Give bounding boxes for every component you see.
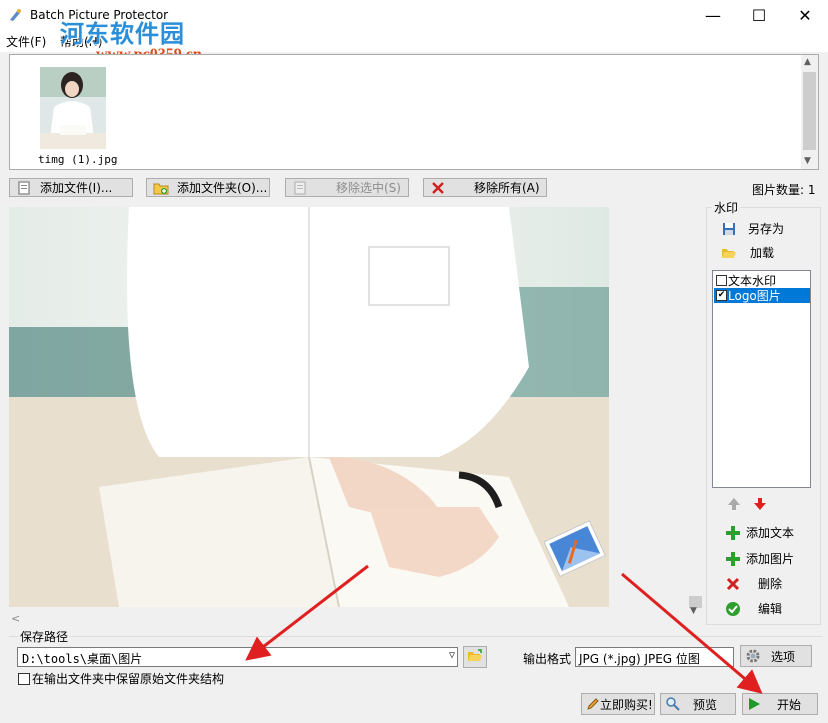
save-path-label: 保存路径 (18, 628, 71, 645)
add-folder-label: 添加文件夹(O)... (177, 181, 268, 195)
scroll-up-icon[interactable]: ▲ (804, 57, 811, 67)
keep-structure-option[interactable]: 在输出文件夹中保留原始文件夹结构 (18, 670, 224, 687)
remove-selected-icon (292, 181, 308, 195)
chevron-down-icon[interactable]: ▽ (449, 650, 455, 661)
delete-button[interactable]: 删除 (724, 575, 782, 592)
arrow-up-icon (727, 497, 741, 514)
add-folder-button[interactable]: 添加文件夹(O)... (146, 178, 270, 197)
watermark-item-text[interactable]: 文本水印 (714, 273, 810, 288)
thumbnail-scrollbar[interactable]: ▲ ▼ (801, 55, 818, 169)
delete-label: 删除 (758, 577, 783, 591)
open-folder-icon (720, 245, 738, 261)
add-text-label: 添加文本 (746, 526, 795, 540)
checkmark-circle-icon (724, 601, 742, 617)
start-label: 开始 (777, 697, 802, 712)
plus-icon (724, 525, 742, 541)
watermark-panel-title: 水印 (712, 199, 741, 216)
maximize-button[interactable]: ☐ (736, 0, 782, 30)
close-button[interactable]: ✕ (782, 0, 828, 30)
plus-icon (724, 551, 742, 567)
scrollbar-thumb[interactable] (803, 72, 816, 150)
menu-file[interactable]: 文件(F) (6, 33, 46, 50)
add-file-label: 添加文件(I)... (40, 181, 113, 195)
watermark-logo-checkbox[interactable]: ✔ (716, 290, 727, 301)
open-folder-icon (467, 648, 483, 666)
keep-structure-checkbox[interactable] (18, 672, 30, 685)
gear-icon (745, 648, 761, 664)
keep-structure-label: 在输出文件夹中保留原始文件夹结构 (32, 672, 225, 686)
delete-x-icon (724, 576, 742, 592)
add-file-icon (16, 181, 32, 195)
add-file-button[interactable]: 添加文件(I)... (9, 178, 133, 197)
browse-folder-button[interactable] (463, 646, 487, 668)
save-path-input[interactable]: D:\tools\桌面\图片 ▽ (17, 647, 458, 667)
scroll-left-icon[interactable]: < (11, 612, 20, 625)
remove-selected-label: 移除选中(S) (336, 181, 401, 195)
edit-label: 编辑 (758, 602, 783, 616)
watermark-list[interactable]: 文本水印 ✔ Logo图片 (712, 270, 811, 488)
add-text-button[interactable]: 添加文本 (724, 524, 794, 541)
watermark-text-checkbox[interactable] (716, 275, 727, 286)
magnifier-icon (665, 696, 681, 712)
preview-vertical-scrollbar[interactable]: ▼ (687, 207, 704, 617)
thumbnail-filename: timg (1).jpg (38, 153, 118, 166)
buy-now-label: 立即购买! (600, 697, 653, 712)
play-icon (747, 697, 761, 711)
pencil-icon (586, 697, 600, 711)
remove-all-icon (430, 181, 446, 195)
buy-now-button[interactable]: 立即购买! (581, 693, 655, 715)
move-up-button[interactable] (727, 497, 741, 514)
move-down-button[interactable] (753, 497, 767, 514)
app-icon (8, 8, 22, 22)
options-button[interactable]: 选项 (740, 645, 812, 667)
load-label: 加载 (750, 246, 775, 260)
remove-all-label: 移除所有(A) (474, 181, 540, 195)
arrow-down-icon (753, 497, 767, 514)
thumbnail-image[interactable] (40, 67, 106, 149)
remove-selected-button[interactable]: 移除选中(S) (285, 178, 409, 197)
save-as-button[interactable]: 另存为 (720, 220, 784, 237)
edit-button[interactable]: 编辑 (724, 600, 782, 617)
floppy-disk-icon (720, 221, 738, 237)
watermark-item-label: Logo图片 (728, 289, 781, 303)
save-path-value: D:\tools\桌面\图片 (22, 652, 143, 666)
start-button[interactable]: 开始 (742, 693, 818, 715)
preview-scroll-down-icon[interactable]: ▼ (690, 606, 697, 616)
file-thumbnail-list[interactable]: timg (1).jpg ▲ ▼ (9, 54, 819, 170)
add-folder-icon (153, 181, 169, 195)
options-label: 选项 (771, 649, 796, 664)
minimize-button[interactable]: — (690, 0, 736, 30)
output-format-label: 输出格式 (523, 652, 572, 666)
preview-label: 预览 (693, 697, 718, 712)
add-image-label: 添加图片 (746, 552, 795, 566)
image-count: 图片数量: 1 (752, 183, 816, 197)
scroll-down-icon[interactable]: ▼ (804, 156, 811, 166)
save-as-label: 另存为 (748, 222, 785, 236)
preview-horizontal-scrollbar[interactable]: < (9, 612, 689, 629)
watermark-item-logo[interactable]: ✔ Logo图片 (714, 288, 810, 303)
remove-all-button[interactable]: 移除所有(A) (423, 178, 547, 197)
preview-button[interactable]: 预览 (660, 693, 736, 715)
load-button[interactable]: 加载 (720, 244, 774, 261)
preview-image[interactable] (9, 207, 609, 607)
site-watermark-logo: 河东软件园 (60, 19, 185, 48)
output-format-value: JPG (*.jpg) JPEG 位图 (579, 652, 700, 666)
add-image-button[interactable]: 添加图片 (724, 550, 794, 567)
output-format-select[interactable]: JPG (*.jpg) JPEG 位图 (575, 647, 734, 667)
